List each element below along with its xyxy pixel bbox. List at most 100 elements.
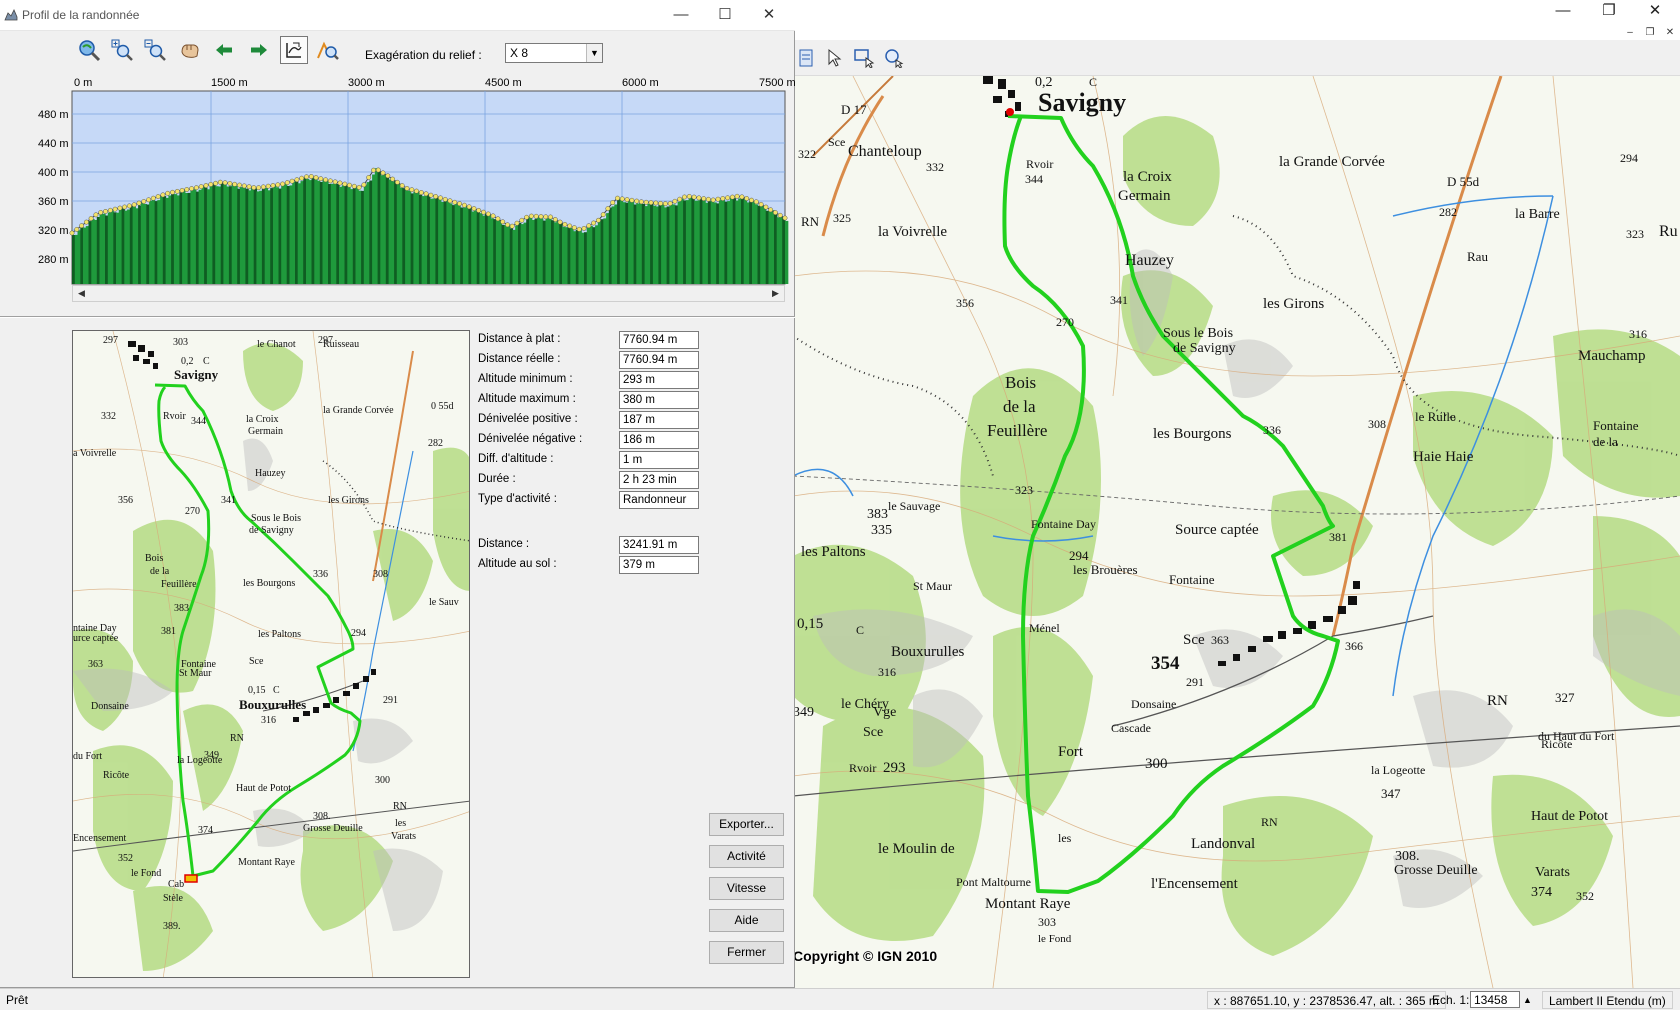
restore-icon[interactable]: ❐ — [1586, 2, 1632, 20]
stat-label: Type d'activité : — [478, 493, 557, 505]
profile-point — [739, 194, 745, 200]
profile-point — [380, 170, 386, 176]
mdi-minimize-icon[interactable]: – — [1620, 26, 1640, 40]
map-label: la Barre — [1515, 207, 1560, 222]
profile-point — [552, 217, 558, 222]
topographic-map[interactable]: Savigny 0,2 C D 17 Sce Chanteloup 322 332 344 Rvo… — [793, 76, 1680, 988]
zoom-out-icon[interactable] — [141, 36, 169, 64]
profile-point — [567, 223, 573, 229]
zoom-fit-icon[interactable] — [75, 36, 103, 64]
mini-map-label: les Paltons — [258, 629, 301, 640]
map-label: 293 — [883, 760, 906, 776]
y-tick-label: 400 m — [38, 167, 69, 179]
map-label: les Paltons — [801, 544, 866, 560]
close-button[interactable]: Fermer — [709, 941, 784, 964]
mini-map-label: 349 — [204, 750, 219, 761]
scale-spinner-icon[interactable]: ▲ — [1523, 991, 1532, 1009]
profile-point — [294, 177, 300, 183]
profile-point — [107, 207, 113, 213]
chevron-down-icon[interactable]: ▼ — [586, 44, 602, 62]
mini-map-label: le Chanot — [257, 339, 296, 350]
arrow-left-icon[interactable] — [210, 36, 238, 64]
mini-map-label: 308. — [313, 811, 331, 822]
profile-point — [131, 202, 137, 208]
relief-exaggeration-select[interactable]: X 8 ▼ — [505, 43, 603, 63]
profile-point — [208, 181, 214, 187]
profile-scrollbar[interactable]: ◀ ▶ — [72, 285, 785, 302]
export-button[interactable]: Exporter... — [709, 813, 784, 836]
help-button[interactable]: Aide — [709, 909, 784, 932]
map-label: 291 — [1186, 675, 1204, 689]
zoom-in-icon[interactable] — [108, 36, 136, 64]
activity-button[interactable]: Activité — [709, 845, 784, 868]
dialog-close-icon[interactable]: ✕ — [752, 6, 786, 24]
document-icon[interactable] — [793, 46, 819, 70]
magnifier-icon[interactable] — [881, 46, 907, 70]
profile-point — [715, 196, 721, 202]
mini-map-label: 356 — [118, 495, 133, 506]
profile-point — [433, 194, 439, 199]
stat-row: Distance réelle : 7760.94 m — [478, 351, 708, 369]
profile-search-icon[interactable] — [314, 36, 342, 64]
scroll-left-icon[interactable]: ◀ — [73, 286, 90, 301]
mdi-close-icon[interactable]: ✕ — [1660, 26, 1680, 40]
profile-point — [141, 199, 147, 204]
profile-point — [696, 195, 702, 201]
profile-point — [758, 201, 764, 207]
x-tick-label: 1500 m — [211, 77, 248, 89]
mini-map-label: Germain — [248, 426, 283, 437]
mdi-restore-icon[interactable]: ❐ — [1640, 26, 1660, 40]
elevation-profile[interactable]: 0 m 1500 m 3000 m 4500 m 6000 m 7500 m 480 m4… — [0, 72, 795, 312]
profile-point — [155, 194, 161, 200]
mini-map-label: Bouxurulles — [239, 697, 306, 712]
minimize-icon[interactable]: — — [1540, 2, 1586, 20]
pan-hand-icon[interactable] — [176, 36, 204, 64]
map-label: Sce — [828, 135, 845, 149]
profile-point — [327, 178, 333, 184]
dialog-maximize-icon[interactable]: ☐ — [708, 6, 742, 24]
mini-map-label: 297 — [103, 335, 118, 346]
scale-input[interactable] — [1470, 991, 1520, 1008]
dialog-minimize-icon[interactable]: — — [664, 6, 698, 24]
map-label: 327 — [1555, 690, 1575, 705]
profile-point — [394, 179, 400, 185]
scroll-right-icon[interactable]: ▶ — [767, 286, 784, 301]
profile-point — [337, 180, 343, 186]
profile-point — [232, 181, 238, 187]
mini-map-label: 344 — [191, 416, 206, 427]
profile-point — [667, 201, 673, 206]
speed-button[interactable]: Vitesse — [709, 877, 784, 900]
profile-point — [691, 194, 697, 200]
map-label: Hauzey — [1125, 252, 1174, 269]
profile-point — [605, 206, 611, 212]
map-label: Sce — [1183, 632, 1205, 648]
profile-point — [638, 199, 644, 205]
profile-point — [629, 197, 635, 203]
profile-point — [595, 217, 601, 223]
profile-point — [313, 175, 319, 181]
route-overview-map[interactable]: 297 303 0,2 C Savigny le Chanot 297 Ruisseau 332… — [72, 330, 470, 978]
map-label: Bois — [1005, 373, 1036, 392]
stat-value: 2 h 23 min — [619, 471, 699, 489]
follow-track-icon[interactable] — [280, 36, 308, 64]
map-label: Haut de Potot — [1531, 809, 1608, 824]
map-label: Cascade — [1111, 721, 1151, 735]
map-label: le Sauvage — [888, 499, 940, 513]
map-label: la Voivrelle — [878, 224, 947, 240]
track-cursor-marker — [1006, 108, 1014, 116]
stat-value: 7760.94 m — [619, 351, 699, 369]
map-label: Grosse Deuille — [1394, 863, 1478, 878]
profile-point — [83, 219, 89, 225]
map-label: Fontaine — [1169, 572, 1215, 587]
map-label: 294 — [1069, 548, 1089, 563]
x-tick-label: 0 m — [74, 77, 92, 89]
zoom-rectangle-icon[interactable] — [851, 46, 877, 70]
close-icon[interactable]: ✕ — [1632, 2, 1678, 20]
stat-row: Distance à plat : 7760.94 m — [478, 331, 708, 349]
profile-point — [280, 181, 286, 187]
pointer-icon[interactable] — [821, 46, 847, 70]
projection-readout[interactable]: Lambert II Etendu (m) — [1542, 991, 1673, 1009]
arrow-right-icon[interactable] — [245, 36, 273, 64]
map-label: 323 — [1626, 227, 1644, 241]
profile-point — [170, 189, 175, 195]
